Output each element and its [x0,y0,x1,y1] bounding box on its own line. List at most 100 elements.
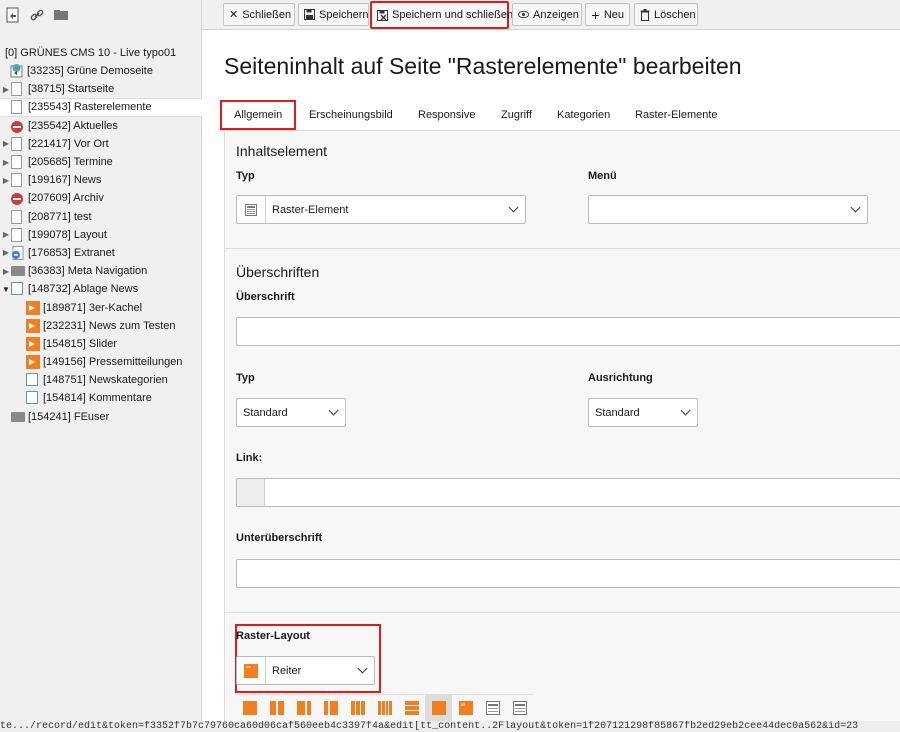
tree-node-label: [148751] Newskategorien [43,374,168,387]
tree-node[interactable]: [154815] Slider [0,335,202,353]
expand-icon[interactable]: ▶ [1,247,11,259]
tree-node-label: [38715] Startseite [28,83,115,96]
link-icon[interactable] [28,6,46,24]
tab-responsive[interactable]: Responsive [406,100,487,130]
save-and-close-button[interactable]: Speichern und schließen [370,1,513,29]
subheader-input[interactable] [236,559,900,588]
tab-kategorien[interactable]: Kategorien [545,100,622,130]
tree-node-label: [148732] Ablage News [28,283,139,296]
layout-option-5-icon[interactable] [344,695,371,721]
tree-node[interactable]: [189871] 3er-Kachel [0,298,202,316]
list-icon [11,282,23,296]
chevron-down-icon [508,202,519,213]
tree-node-label: [199078] Layout [28,228,107,241]
tree-node[interactable]: ▶ [205685] Termine [0,153,202,171]
new-button[interactable]: + Neu [585,3,630,26]
expand-icon[interactable]: ▶ [1,83,11,95]
extranet-icon [11,245,24,260]
tree-node[interactable]: [207609] Archiv [0,189,202,207]
tree-node[interactable]: ▶ [176853] Extranet [0,244,202,262]
header-input[interactable] [236,317,900,346]
tree-node[interactable]: [149156] Pressemitteilungen [0,353,202,371]
tree-node[interactable]: [208771] test [0,208,202,226]
new-page-icon[interactable] [4,6,22,24]
view-label: Anzeigen [533,8,579,21]
raster-layout-select[interactable]: Reiter [236,656,375,685]
layout-option-11-icon[interactable] [506,695,533,721]
layout-option-7-icon[interactable] [398,695,425,721]
link-input[interactable] [236,478,900,507]
expand-icon[interactable]: ▶ [1,265,11,277]
layout-option-tabs-icon[interactable] [425,695,452,721]
tree-node-label: [208771] test [28,210,92,223]
tree-node[interactable]: ▶ [221417] Vor Ort [0,135,202,153]
tree-node[interactable]: [235542] Aktuelles [0,117,202,135]
orange-icon [26,318,40,333]
align-select[interactable]: Standard [588,398,698,427]
tree-root[interactable]: [0] GRÜNES CMS 10 - Live typo01 [0,44,202,62]
layout-option-10-icon[interactable] [479,695,506,721]
folder-icon [11,264,25,278]
tree-node-label: [154241] FEuser [28,410,110,423]
expand-icon[interactable]: ▶ [1,174,11,186]
tab-zugriff[interactable]: Zugriff [489,100,544,130]
chevron-down-icon [680,405,691,416]
chevron-down-icon [357,663,368,674]
tree-node-label: [154814] Kommentare [43,392,152,405]
close-button[interactable]: ✕ Schließen [223,3,295,26]
tree-node[interactable]: ▶ [199167] News [0,171,202,189]
layout-option-2-icon[interactable] [263,695,290,721]
tree-node[interactable]: ▶ [199078] Layout [0,226,202,244]
tree-node[interactable]: ▶ [38715] Startseite [0,80,202,98]
save-button[interactable]: Speichern [298,3,369,26]
tree-toolbar [0,0,201,30]
view-button[interactable]: Anzeigen [512,3,582,26]
layout-option-1-icon[interactable] [236,695,263,721]
expand-icon[interactable]: ▶ [1,138,11,150]
collapse-icon[interactable]: ▼ [1,283,11,295]
tree-node-label: [189871] 3er-Kachel [43,301,143,314]
tree-node-label: [149156] Pressemitteilungen [43,356,183,369]
layout-option-9-icon[interactable] [452,695,479,721]
tree-node[interactable]: [235543] Rasterelemente [0,98,202,117]
layout-option-4-icon[interactable] [317,695,344,721]
expand-icon[interactable]: ▶ [1,229,11,241]
header-type-select[interactable]: Standard [236,398,346,427]
folder-icon[interactable] [52,6,70,24]
tab-raster-elemente[interactable]: Raster-Elemente [623,100,730,130]
content-type-select[interactable]: Raster-Element [236,195,526,224]
tree-node[interactable]: [154241] FEuser [0,408,202,426]
tab-allgemein[interactable]: Allgemein [220,100,297,130]
tree-node[interactable]: ▶ [36383] Meta Navigation [0,262,202,280]
tree-node[interactable]: [148751] Newskategorien [0,371,202,389]
tree-node-label: [205685] Termine [28,156,113,169]
tab-erscheinungsbild[interactable]: Erscheinungsbild [297,100,405,130]
raster-layout-label: Raster-Layout [236,630,310,642]
tree-node[interactable]: [33235] Grüne Demoseite [0,62,202,80]
layout-option-3-icon[interactable] [290,695,317,721]
subheader-label: Unterüberschrift [236,532,323,544]
tree-node[interactable]: ▼ [148732] Ablage News [0,280,202,298]
disabled-page-icon [11,191,23,206]
tree-node-label: [154815] Slider [43,337,117,350]
disabled-page-icon [11,119,23,133]
tree-node-label: [207609] Archiv [28,192,104,205]
layout-option-6-icon[interactable] [371,695,398,721]
eye-icon [518,9,529,20]
expand-icon[interactable]: ▶ [1,156,11,168]
delete-button[interactable]: Löschen [634,3,698,26]
link-browser-button[interactable] [237,479,265,506]
list-icon [26,373,38,387]
save-label: Speichern [319,8,369,21]
trash-icon [640,8,650,21]
tree-node[interactable]: [232231] News zum Testen [0,317,202,335]
menu-select[interactable] [588,195,868,224]
tree-node[interactable]: [154814] Kommentare [0,389,202,407]
